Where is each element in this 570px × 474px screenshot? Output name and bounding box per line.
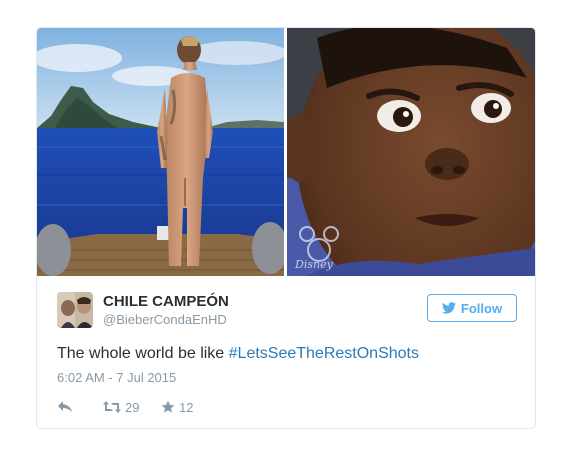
star-icon [161,400,175,414]
tweet-text-body: The whole world be like [57,345,229,362]
reply-button[interactable] [57,398,73,416]
display-name[interactable]: CHILE CAMPEÓN [103,293,229,310]
like-button[interactable]: 12 [161,398,193,416]
retweet-button[interactable]: 29 [103,398,139,416]
follow-label: Follow [460,300,503,316]
tweet-text: The whole world be like #LetsSeeTheRestO… [57,345,517,363]
twitter-bird-icon [441,302,456,314]
svg-text:Disney: Disney [294,258,334,271]
follow-button[interactable]: Follow [427,294,517,322]
hashtag-link[interactable]: #LetsSeeTheRestOnShots [229,345,419,362]
reaction-photo[interactable]: Disney [287,28,535,276]
user-handle[interactable]: @BieberCondaEnHD [103,312,227,327]
timestamp[interactable]: 6:02 AM - 7 Jul 2015 [57,370,176,385]
tweet-card: Disney CHILE CAMPEÓN @BieberCondaEnHD Fo… [36,27,536,429]
like-count: 12 [179,399,194,415]
boat-photo[interactable] [37,28,284,276]
reply-icon [57,400,73,414]
tweet-media[interactable]: Disney [37,28,535,276]
tweet-actions: 29 12 [57,398,257,416]
tweet-header: CHILE CAMPEÓN @BieberCondaEnHD Follow [57,292,517,332]
retweet-count: 29 [125,399,140,415]
retweet-icon [103,400,121,414]
avatar[interactable] [57,292,93,328]
